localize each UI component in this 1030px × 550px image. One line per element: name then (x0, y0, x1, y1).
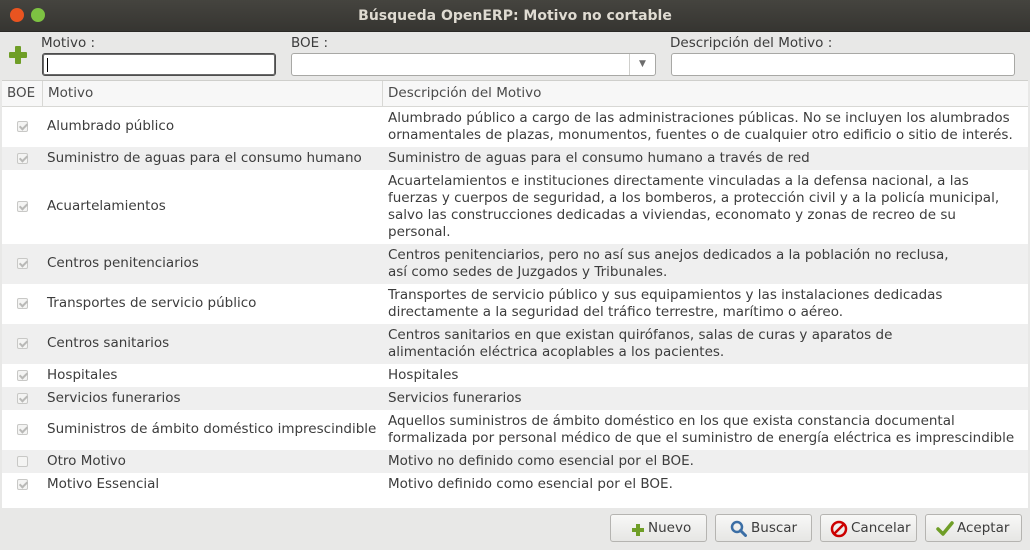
boe-checkbox-icon[interactable] (17, 424, 28, 435)
table-row[interactable]: Motivo Essencial Motivo definido como ese… (2, 473, 1028, 496)
descripcion-cell: Motivo no definido como esencial por el … (388, 453, 694, 469)
descripcion-cell: Centros sanitarios en que existan quiróf… (388, 327, 893, 360)
boe-select[interactable]: ▼ (291, 53, 656, 76)
plus-icon (632, 524, 644, 536)
table-body: Alumbrado público Alumbrado público a car… (2, 107, 1028, 496)
descripcion-cell: Hospitales (388, 367, 459, 383)
search-icon (730, 520, 747, 537)
cancel-icon (830, 520, 848, 538)
cancelar-button-label: Cancelar (851, 520, 911, 536)
boe-checkbox-icon[interactable] (17, 121, 28, 132)
table-row[interactable]: Centros sanitarios Centros sanitarios en … (2, 324, 1028, 364)
checkmark-icon (936, 521, 954, 536)
table-row[interactable]: Servicios funerarios Servicios funerarios (2, 387, 1028, 410)
motivo-cell: Transportes de servicio público (47, 295, 257, 311)
title-bar: Búsqueda OpenERP: Motivo no cortable (0, 0, 1030, 32)
descripcion-cell: Transportes de servicio público y sus eq… (388, 287, 943, 320)
boe-checkbox-icon[interactable] (17, 298, 28, 309)
boe-checkbox-icon[interactable] (17, 393, 28, 404)
buscar-button-label: Buscar (751, 520, 798, 536)
table-row[interactable]: Alumbrado público Alumbrado público a car… (2, 107, 1028, 147)
table-row[interactable]: Centros penitenciarios Centros penitencia… (2, 244, 1028, 284)
text-cursor (47, 58, 48, 72)
buscar-button[interactable]: Buscar (715, 514, 812, 542)
table-row[interactable]: Suministros de ámbito doméstico impresci… (2, 410, 1028, 450)
motivo-cell: Acuartelamientos (47, 198, 166, 214)
boe-checkbox-icon[interactable] (17, 338, 28, 349)
table-row[interactable]: Transportes de servicio público Transport… (2, 284, 1028, 324)
nuevo-button[interactable]: Nuevo (610, 514, 707, 542)
descripcion-cell: Servicios funerarios (388, 390, 522, 406)
table-row[interactable]: Hospitales Hospitales (2, 364, 1028, 387)
table-row[interactable]: Acuartelamientos Acuartelamientos e insti… (2, 170, 1028, 244)
window-title: Búsqueda OpenERP: Motivo no cortable (358, 8, 672, 24)
column-header-boe[interactable]: BOE (2, 81, 42, 106)
descripcion-cell: Centros penitenciarios, pero no así sus … (388, 247, 949, 280)
results-table: BOE Motivo Descripción del Motivo Alumbr… (2, 80, 1028, 508)
search-form: Motivo : BOE : ▼ Descripción del Motivo … (0, 32, 1030, 80)
motivo-cell: Hospitales (47, 367, 118, 383)
motivo-cell: Motivo Essencial (47, 476, 160, 492)
motivo-cell: Suministros de ámbito doméstico impresci… (47, 421, 377, 437)
boe-checkbox-icon[interactable] (17, 153, 28, 164)
table-header: BOE Motivo Descripción del Motivo (2, 81, 1028, 107)
boe-label: BOE : (291, 35, 329, 51)
column-header-motivo[interactable]: Motivo (42, 81, 382, 106)
motivo-cell: Servicios funerarios (47, 390, 181, 406)
cancelar-button[interactable]: Cancelar (820, 514, 917, 542)
motivo-cell: Suministro de aguas para el consumo huma… (47, 150, 362, 166)
motivo-label: Motivo : (41, 35, 96, 51)
table-row[interactable]: Suministro de aguas para el consumo huma… (2, 147, 1028, 170)
motivo-cell: Alumbrado público (47, 118, 175, 134)
boe-checkbox-icon[interactable] (17, 258, 28, 269)
nuevo-button-label: Nuevo (648, 520, 692, 536)
descripcion-cell: Suministro de aguas para el consumo huma… (388, 150, 810, 166)
motivo-cell: Centros penitenciarios (47, 255, 199, 271)
aceptar-button[interactable]: Aceptar (925, 514, 1022, 542)
boe-checkbox-icon[interactable] (17, 370, 28, 381)
descripcion-label: Descripción del Motivo : (670, 35, 833, 51)
column-header-descripcion[interactable]: Descripción del Motivo (382, 81, 1028, 106)
motivo-input[interactable] (42, 53, 276, 76)
descripcion-cell: Alumbrado público a cargo de las adminis… (388, 110, 1013, 143)
descripcion-cell: Acuartelamientos e instituciones directa… (388, 173, 1000, 240)
search-dialog: Búsqueda OpenERP: Motivo no cortable Mot… (0, 0, 1030, 550)
motivo-cell: Otro Motivo (47, 453, 126, 469)
boe-checkbox-icon[interactable] (17, 201, 28, 212)
boe-checkbox-icon[interactable] (17, 456, 28, 467)
table-row[interactable]: Otro Motivo Motivo no definido como esenc… (2, 450, 1028, 473)
add-icon[interactable] (8, 45, 28, 65)
motivo-cell: Centros sanitarios (47, 335, 170, 351)
dropdown-arrow-icon[interactable]: ▼ (629, 54, 655, 75)
descripcion-cell: Aquellos suministros de ámbito doméstico… (388, 413, 1015, 446)
aceptar-button-label: Aceptar (957, 520, 1010, 536)
descripcion-cell: Motivo definido como esencial por el BOE… (388, 476, 673, 492)
descripcion-input[interactable] (671, 53, 1015, 76)
boe-checkbox-icon[interactable] (17, 479, 28, 490)
